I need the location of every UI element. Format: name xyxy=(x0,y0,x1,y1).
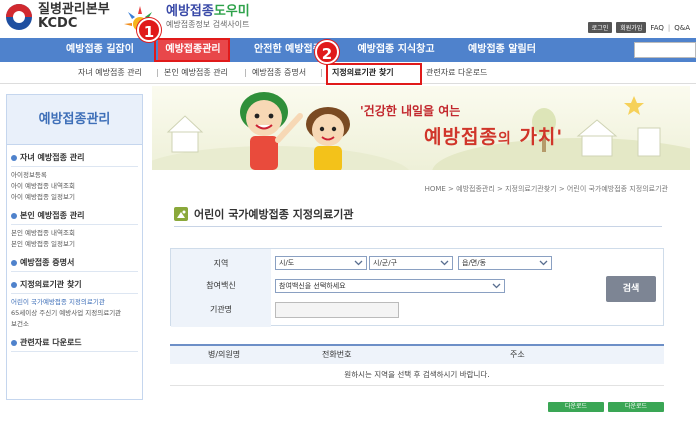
sidebar-section-child[interactable]: 자녀 예방접종 관리 xyxy=(11,149,138,167)
chevron-down-icon xyxy=(354,260,363,266)
chevron-down-icon xyxy=(539,260,548,266)
sidebar-link-child-schedule[interactable]: 아이 예방접종 일정보기 xyxy=(11,192,138,203)
bullet-icon xyxy=(11,281,17,288)
banner-slogan-line2: 예방접종의 가치' xyxy=(424,126,564,148)
region-label: 지역 xyxy=(213,259,229,268)
download-button-2[interactable]: 다운로드 xyxy=(608,402,664,412)
sidebar-section-clinic[interactable]: 지정의료기관 찾기 xyxy=(11,276,138,294)
nav-knowledge-base[interactable]: 예방접종 지식창고 xyxy=(346,38,446,62)
sidebar-section-certificate[interactable]: 예방접종 증명서 xyxy=(11,254,138,272)
highlight-nav-management xyxy=(154,38,230,62)
table-header: 병/의원명 전화번호 주소 xyxy=(170,344,664,364)
faq-link[interactable]: FAQ xyxy=(650,24,664,32)
subnav-downloads[interactable]: 관련자료 다운로드 xyxy=(426,62,487,84)
step-marker-1: 1 xyxy=(137,18,161,42)
login-button[interactable]: 로그인 xyxy=(587,22,613,33)
main-nav: 예방접종 길잡이 예방접종관리 안전한 예방접종 예방접종 지식창고 예방접종 … xyxy=(0,38,696,62)
page-title: 어린이 국가예방접종 지정의료기관 xyxy=(194,208,354,221)
chevron-down-icon xyxy=(492,283,501,289)
site-search-input[interactable] xyxy=(634,42,696,58)
sido-select[interactable]: 시/도 xyxy=(275,256,367,270)
breadcrumb: HOME > 예방접종관리 > 지정의료기관찾기 > 어린이 국가예방접종 지정… xyxy=(424,185,668,193)
org-name-input[interactable] xyxy=(275,302,399,318)
step-marker-2: 2 xyxy=(315,40,339,64)
kcdc-logo[interactable]: 질병관리본부 KCDC xyxy=(4,2,110,32)
bullet-icon xyxy=(11,154,17,161)
sidebar-link-child-register[interactable]: 아이정보등록 xyxy=(11,170,138,181)
nav-notice-board[interactable]: 예방접종 알림터 xyxy=(452,38,552,62)
bullet-icon xyxy=(11,339,17,346)
sidebar-title: 예방접종관리 xyxy=(7,95,142,145)
page-title-area: 어린이 국가예방접종 지정의료기관 xyxy=(174,206,353,222)
sidebar-section-self[interactable]: 본인 예방접종 관리 xyxy=(11,207,138,225)
utility-links: 로그인 회원가입 FAQ | Q&A xyxy=(587,22,690,33)
org-name-label: 기관명 xyxy=(209,305,233,314)
org-name: 질병관리본부 xyxy=(38,2,110,17)
sigungu-select[interactable]: 시/군/구 xyxy=(369,256,453,270)
kcdc-emblem-icon xyxy=(4,2,34,32)
site-name-sub: 도우미 xyxy=(213,4,250,19)
sidebar-link-self-history[interactable]: 본인 예방접종 내역조회 xyxy=(11,228,138,239)
sidebar-link-child-clinic[interactable]: 어린이 국가예방접종 지정의료기관 xyxy=(11,297,138,308)
col-address: 주소 xyxy=(510,350,525,359)
subnav-child-vaccination[interactable]: 자녀 예방접종 관리 xyxy=(78,62,142,84)
eupmyeondong-select[interactable]: 읍/면/동 xyxy=(458,256,552,270)
sidebar: 예방접종관리 자녀 예방접종 관리 아이정보등록 아이 예방접종 내역조회 아이… xyxy=(6,94,143,400)
bullet-icon xyxy=(11,259,17,266)
join-button[interactable]: 회원가입 xyxy=(616,22,647,33)
page: 질병관리본부 KCDC 예방접종도우미 예방접종정보 검색사이트 로그인 회원가… xyxy=(0,0,696,440)
col-phone: 전화번호 xyxy=(322,350,352,359)
banner-illustration xyxy=(152,92,690,170)
download-button-1[interactable]: 다운로드 xyxy=(548,402,604,412)
subnav-certificate[interactable]: 예방접종 증명서 xyxy=(252,62,306,84)
bullet-icon xyxy=(11,212,17,219)
qna-link[interactable]: Q&A xyxy=(674,24,690,32)
sidebar-link-child-history[interactable]: 아이 예방접종 내역조회 xyxy=(11,181,138,192)
vaccine-label: 참여백신 xyxy=(206,281,236,290)
vaccine-select[interactable]: 참여백신을 선택하세요 xyxy=(275,279,505,293)
sidebar-section-downloads[interactable]: 관련자료 다운로드 xyxy=(11,334,138,352)
banner: '건강한 내일을 여는 예방접종의 가치' xyxy=(152,86,690,170)
highlight-subnav-clinic xyxy=(326,63,422,85)
org-abbr: KCDC xyxy=(38,16,78,31)
chevron-down-icon xyxy=(440,260,449,266)
banner-slogan-line1: '건강한 내일을 여는 xyxy=(360,104,461,118)
site-tagline: 예방접종정보 검색사이트 xyxy=(166,20,250,29)
site-header: 질병관리본부 KCDC 예방접종도우미 예방접종정보 검색사이트 로그인 회원가… xyxy=(0,0,696,40)
sidebar-link-self-schedule[interactable]: 본인 예방접종 일정보기 xyxy=(11,239,138,250)
site-name-main: 예방접종 xyxy=(166,4,214,19)
col-hospital-name: 병/의원명 xyxy=(208,350,241,359)
nav-vaccination-guide[interactable]: 예방접종 길잡이 xyxy=(50,38,150,62)
sidebar-link-senior-clinic[interactable]: 65세이상 주신기 예방사업 지정의료기관 xyxy=(11,308,138,319)
page-title-icon xyxy=(174,207,188,221)
results-table: 병/의원명 전화번호 주소 원하시는 지역을 선택 후 검색하시기 바랍니다. xyxy=(170,344,664,386)
search-button[interactable]: 검색 xyxy=(606,276,656,302)
sidebar-link-health-center[interactable]: 보건소 xyxy=(11,319,138,330)
subnav-self-vaccination[interactable]: 본인 예방접종 관리 xyxy=(164,62,228,84)
table-empty-row: 원하시는 지역을 선택 후 검색하시기 바랍니다. xyxy=(170,364,664,386)
